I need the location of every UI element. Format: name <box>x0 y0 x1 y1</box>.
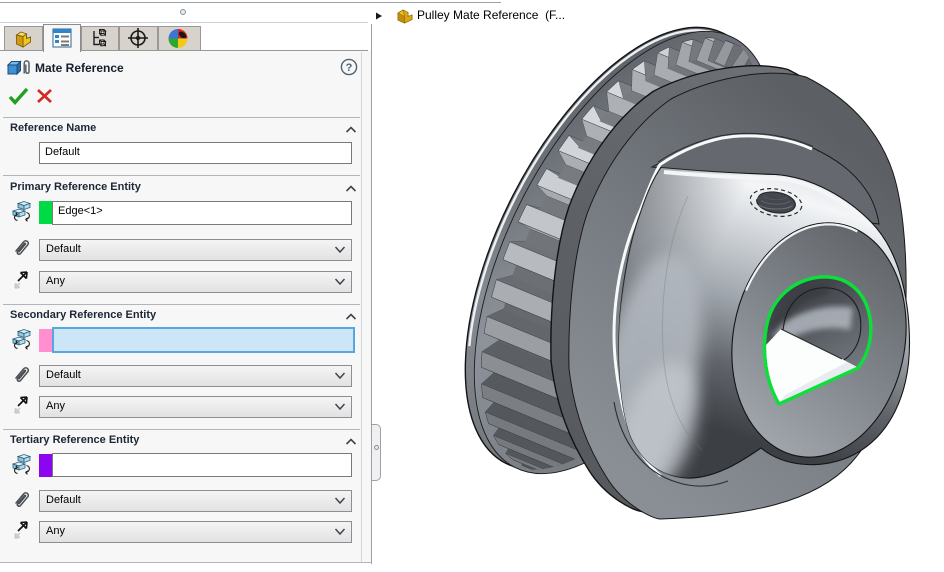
svg-text:?: ? <box>346 62 353 74</box>
